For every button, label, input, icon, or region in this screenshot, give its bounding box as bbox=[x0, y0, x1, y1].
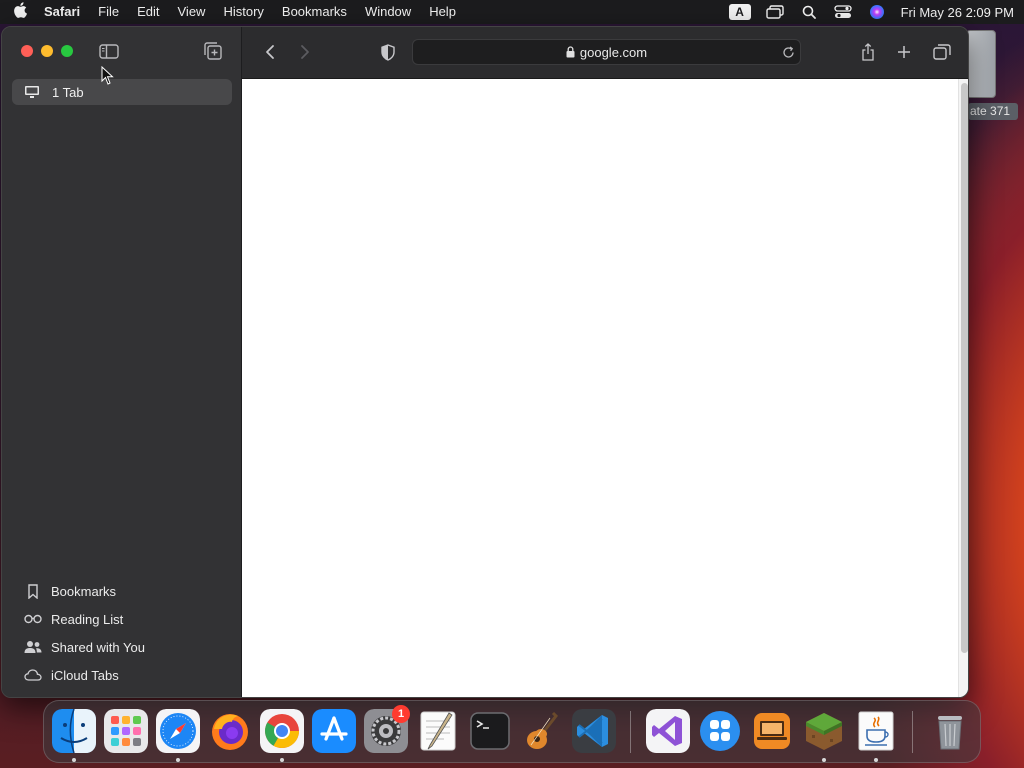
dock-laptop-app-icon[interactable] bbox=[750, 709, 794, 753]
sidebar-item-reading-list[interactable]: Reading List bbox=[22, 608, 222, 630]
menu-edit[interactable]: Edit bbox=[128, 0, 168, 24]
address-bar[interactable]: google.com bbox=[412, 39, 801, 65]
dock-running-indicator bbox=[280, 758, 284, 762]
sidebar-item-shared-with-you-label: Shared with You bbox=[51, 639, 145, 655]
new-tab-group-icon bbox=[204, 42, 222, 60]
dock-minecraft-icon[interactable] bbox=[802, 709, 846, 753]
reload-button[interactable] bbox=[780, 44, 796, 60]
tab-overview-icon bbox=[933, 44, 951, 60]
window-close-button[interactable] bbox=[21, 45, 33, 57]
people-icon bbox=[22, 638, 44, 656]
dock-chrome-icon[interactable] bbox=[260, 709, 304, 753]
menubar-clock[interactable]: Fri May 26 2:09 PM bbox=[901, 5, 1014, 20]
dock-separator bbox=[912, 711, 913, 753]
toolbar: google.com bbox=[242, 27, 968, 79]
sidebar-item-tabs-label: 1 Tab bbox=[52, 84, 84, 100]
menu-history[interactable]: History bbox=[214, 0, 272, 24]
safari-window: 1 Tab Bookmarks Reading List Shared with… bbox=[1, 26, 969, 698]
lock-icon bbox=[566, 46, 575, 58]
dock-terminal-icon[interactable] bbox=[468, 709, 512, 753]
dock-visual-studio-icon[interactable] bbox=[646, 709, 690, 753]
mouse-cursor-icon bbox=[101, 66, 114, 85]
dock-launchpad-icon[interactable] bbox=[104, 709, 148, 753]
sidebar-item-bookmarks[interactable]: Bookmarks bbox=[22, 580, 222, 602]
cloud-icon bbox=[22, 666, 44, 684]
siri-icon[interactable] bbox=[867, 4, 887, 20]
share-icon bbox=[862, 43, 874, 61]
menu-help[interactable]: Help bbox=[420, 0, 465, 24]
dock-firefox-icon[interactable] bbox=[208, 709, 252, 753]
vertical-scrollbar[interactable] bbox=[961, 83, 968, 653]
shield-icon bbox=[381, 43, 395, 61]
system-preferences-badge: 1 bbox=[392, 705, 410, 723]
monitor-icon bbox=[24, 85, 46, 99]
scroll-track bbox=[958, 79, 968, 697]
dock-running-indicator bbox=[176, 758, 180, 762]
dock-separator bbox=[630, 711, 631, 753]
reload-icon bbox=[782, 45, 794, 58]
sidebar-toggle-button[interactable] bbox=[97, 41, 121, 61]
sidebar-icon bbox=[99, 43, 119, 59]
window-zoom-button[interactable] bbox=[61, 45, 73, 57]
dock-vscode-icon[interactable] bbox=[572, 709, 616, 753]
window-minimize-button[interactable] bbox=[41, 45, 53, 57]
dock-garageband-icon[interactable] bbox=[520, 709, 564, 753]
menu-file[interactable]: File bbox=[89, 0, 128, 24]
menu-bar: Safari File Edit View History Bookmarks … bbox=[0, 0, 1024, 24]
chevron-right-icon bbox=[301, 45, 309, 59]
new-tab-button[interactable] bbox=[892, 41, 916, 63]
menu-window[interactable]: Window bbox=[356, 0, 420, 24]
dock-textedit-icon[interactable] bbox=[416, 709, 460, 753]
sidebar-item-reading-list-label: Reading List bbox=[51, 611, 124, 627]
desktop-drive-icon[interactable] bbox=[966, 30, 996, 98]
web-content[interactable] bbox=[242, 79, 968, 697]
menu-bookmarks[interactable]: Bookmarks bbox=[273, 0, 356, 24]
dock-finder-icon[interactable] bbox=[52, 709, 96, 753]
share-button[interactable] bbox=[856, 41, 880, 63]
bookmark-icon bbox=[22, 582, 44, 600]
sidebar-item-bookmarks-label: Bookmarks bbox=[51, 583, 117, 599]
dock-running-indicator bbox=[874, 758, 878, 762]
privacy-report-button[interactable] bbox=[376, 41, 400, 63]
dock-trash-icon[interactable] bbox=[928, 709, 972, 753]
dock-safari-icon[interactable] bbox=[156, 709, 200, 753]
sidebar-item-tabs[interactable]: 1 Tab bbox=[12, 79, 232, 105]
plus-icon bbox=[898, 46, 910, 58]
sidebar-item-icloud-tabs[interactable]: iCloud Tabs bbox=[22, 664, 222, 686]
forward-button[interactable] bbox=[293, 41, 317, 63]
dock-app-store-icon[interactable] bbox=[312, 709, 356, 753]
screen-mirroring-icon[interactable] bbox=[765, 4, 785, 20]
back-button[interactable] bbox=[258, 41, 282, 63]
chevron-left-icon bbox=[266, 45, 274, 59]
dock-running-indicator bbox=[822, 758, 826, 762]
dock-java-icon[interactable] bbox=[854, 709, 898, 753]
spotlight-search-icon[interactable] bbox=[799, 4, 819, 20]
apple-menu-icon[interactable] bbox=[0, 2, 40, 22]
menu-app-name[interactable]: Safari bbox=[40, 0, 89, 24]
glasses-icon bbox=[22, 610, 44, 628]
input-source-indicator[interactable]: A bbox=[728, 4, 751, 20]
new-tab-group-button[interactable] bbox=[201, 41, 225, 61]
menu-view[interactable]: View bbox=[169, 0, 215, 24]
sidebar: 1 Tab Bookmarks Reading List Shared with… bbox=[2, 27, 242, 697]
sidebar-item-shared-with-you[interactable]: Shared with You bbox=[22, 636, 222, 658]
url-text: google.com bbox=[579, 44, 648, 60]
control-center-icon[interactable] bbox=[833, 4, 853, 20]
dock: 1 bbox=[43, 700, 981, 763]
dock-remote-desktop-icon[interactable] bbox=[698, 709, 742, 753]
dock-running-indicator bbox=[72, 758, 76, 762]
tab-overview-button[interactable] bbox=[930, 41, 954, 63]
desktop-drive-label: ate 371 bbox=[968, 103, 1018, 120]
sidebar-item-icloud-tabs-label: iCloud Tabs bbox=[51, 667, 119, 683]
